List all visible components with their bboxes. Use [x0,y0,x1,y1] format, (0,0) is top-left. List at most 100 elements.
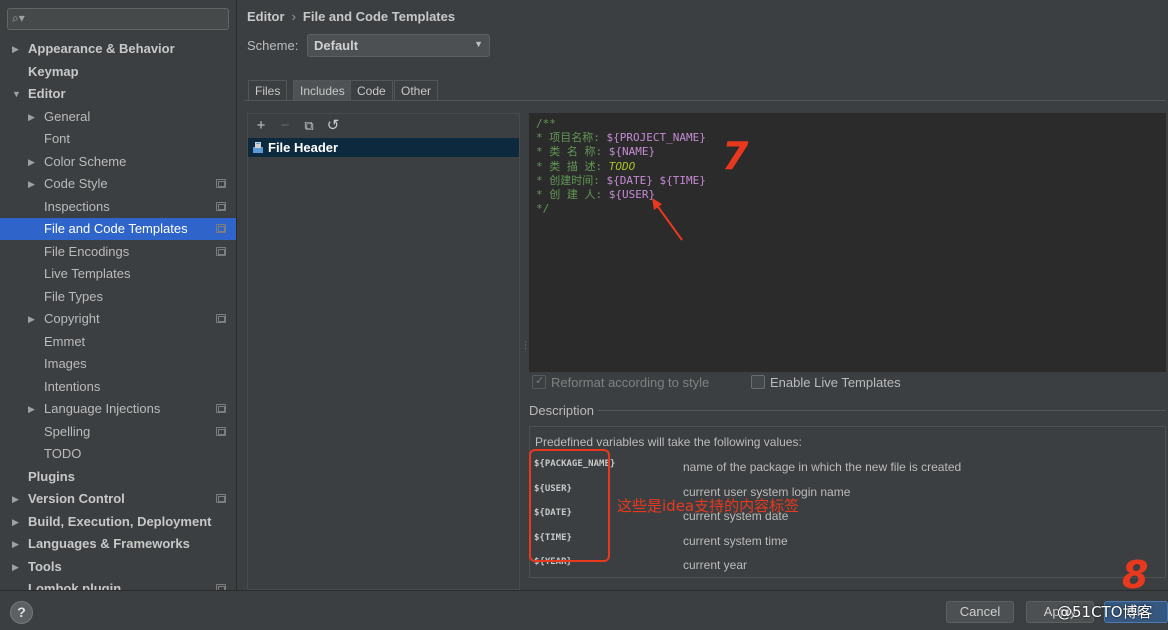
sidebar-item[interactable]: ▶ General [0,106,236,128]
sidebar-item[interactable]: File Encodings [0,241,236,263]
sidebar-item-label: Copyright [44,311,100,326]
chevron-right-icon[interactable]: ▶ [28,173,35,195]
copy-icon[interactable]: ⧉ [301,118,317,134]
sidebar-item-label: Appearance & Behavior [28,41,175,56]
code-line: * 创建时间: ${DATE} ${TIME} [536,174,706,188]
sidebar-item[interactable]: Spelling [0,421,236,443]
chevron-right-icon[interactable]: ▶ [28,151,35,173]
sidebar-item[interactable]: Keymap [0,61,236,83]
sidebar-item-label: Intentions [44,378,101,394]
tab[interactable]: Other [394,80,439,101]
variable-description: current system time [683,533,788,548]
help-button[interactable]: ? [10,601,33,624]
sidebar-item[interactable]: Intentions [0,376,236,398]
cancel-button[interactable]: Cancel [946,601,1014,623]
sidebar-item-label: Language Injections [44,401,161,416]
scheme-dropdown[interactable]: Default ▼ [307,34,490,57]
tab[interactable]: Files [248,80,288,101]
chevron-right-icon[interactable]: ▶ [12,511,19,533]
scheme-value: Default [314,38,359,53]
sidebar-item[interactable]: File Types [0,286,236,308]
template-name: File Header [268,140,339,155]
sidebar-item[interactable]: ▶ Languages & Frameworks [0,533,236,555]
settings-sidebar: ⌕▾ ▶ Appearance & Behavior Keymap ▼ Editor ▶ G… [0,0,237,590]
sidebar-item-label: Font [44,131,71,146]
sidebar-item-label: File Types [44,288,104,304]
template-list-item-file-header[interactable]: File Header [248,138,519,157]
tabs-divider [244,100,1166,101]
code-line: * 类 名 称: ${NAME} [536,145,655,159]
chevron-right-icon[interactable]: ▶ [12,556,19,578]
chevron-right-icon[interactable]: ▶ [12,533,19,555]
chevron-right-icon[interactable]: ▶ [12,38,19,60]
project-scope-icon [216,224,226,233]
watermark: @51CTO博客 [1057,603,1153,621]
annotation-highlight-box [529,449,610,562]
template-code-editor[interactable]: /** * 项目名称: ${PROJECT_NAME} * 类 名 称: ${NAM… [529,113,1166,372]
reformat-option[interactable]: Reformat according to style [532,374,732,391]
chevron-right-icon[interactable]: ▶ [28,398,35,420]
sidebar-item-label: TODO [44,446,82,461]
sidebar-item[interactable]: Emmet [0,331,236,353]
breadcrumb-root[interactable]: Editor [247,9,285,24]
chevron-down-icon[interactable]: ▼ [12,83,21,105]
tab[interactable]: Includes [293,80,352,101]
sidebar-item[interactable]: Images [0,353,236,375]
template-variable: ${PROJECT_NAME} [606,131,706,145]
comment-text: * 类 名 称: [536,145,609,159]
template-variable: ${TIME} [659,173,706,187]
add-icon[interactable]: + [253,118,269,134]
sidebar-item[interactable]: Inspections [0,196,236,218]
sidebar-item-label: Emmet [44,333,86,349]
scheme-label: Scheme: [247,38,299,53]
sidebar-item[interactable]: Live Templates [0,263,236,285]
chevron-right-icon[interactable]: ▶ [28,106,35,128]
sidebar-item[interactable]: ▶ Copyright [0,308,236,330]
sidebar-item[interactable]: ▼ Editor [0,83,236,105]
breadcrumb: Editor › File and Code Templates [247,9,455,24]
reset-icon[interactable]: ↺ [325,118,341,134]
comment-text: * 项目名称: [536,131,607,145]
annotation-step-8: 8 [1122,553,1149,597]
comment-text: * 创 建 人: [536,188,609,201]
sidebar-item[interactable]: TODO [0,443,236,465]
sidebar-item[interactable]: ▶ Code Style [0,173,236,195]
settings-search-input[interactable]: ⌕▾ [7,8,229,30]
sidebar-item[interactable]: File and Code Templates [0,218,236,240]
comment-text: * 创建时间: [536,173,607,187]
sidebar-item-label: Tools [28,558,62,574]
sidebar-item-label: Version Control [28,491,125,506]
comment-text: */ [536,202,550,216]
sidebar-item-label: Keymap [28,63,79,79]
remove-icon[interactable]: − [277,118,293,134]
comment-text: * 类 描 述: [536,159,609,173]
code-line: /** [536,117,556,131]
file-template-icon [253,142,263,153]
description-divider [597,410,1166,411]
sidebar-item[interactable]: ▶ Appearance & Behavior [0,38,236,60]
sidebar-item[interactable]: Lombok plugin [0,578,236,590]
sidebar-item-label: Languages & Frameworks [28,536,190,551]
splitter-handle[interactable]: ⋮ [521,340,530,354]
sidebar-item[interactable]: Plugins [0,466,236,488]
template-list-panel [247,113,520,590]
reformat-checkbox[interactable] [532,374,546,389]
sidebar-item[interactable]: Font [0,128,236,150]
live-templates-checkbox[interactable] [751,375,765,389]
chevron-right-icon[interactable]: ▶ [12,488,19,510]
description-intro: Predefined variables will take the follo… [535,435,802,449]
sidebar-item[interactable]: ▶ Version Control [0,488,236,510]
live-templates-option[interactable]: Enable Live Templates [751,375,921,391]
sidebar-item-label: Editor [28,86,66,101]
tab[interactable]: Code [350,80,393,101]
sidebar-item[interactable]: ▶ Language Injections [0,398,236,420]
code-line: * 类 描 述: TODO [536,160,635,174]
search-icon: ⌕▾ [12,11,25,25]
sidebar-item[interactable]: ▶ Build, Execution, Deployment [0,511,236,533]
sidebar-item-label: Plugins [28,468,75,484]
breadcrumb-separator: › [291,9,296,24]
sidebar-item[interactable]: ▶ Tools [0,556,236,578]
chevron-right-icon[interactable]: ▶ [28,308,35,330]
sidebar-item-label: Color Scheme [44,153,127,169]
sidebar-item[interactable]: ▶ Color Scheme [0,151,236,173]
